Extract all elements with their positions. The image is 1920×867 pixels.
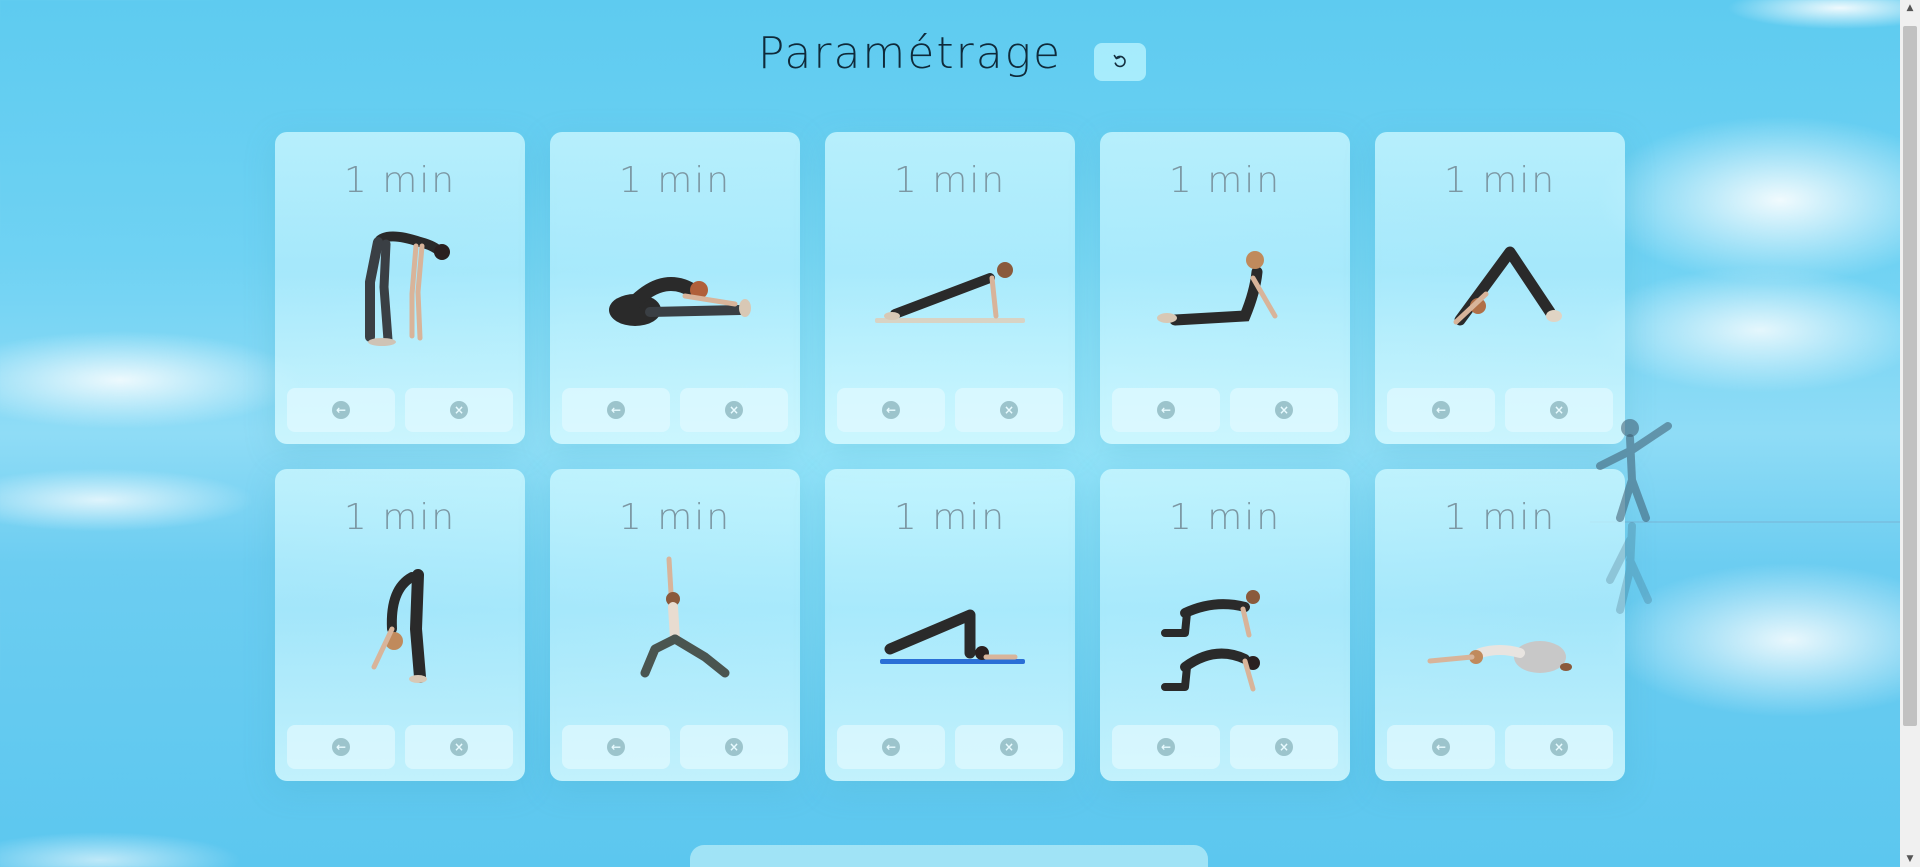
pose-image-plow — [870, 549, 1030, 699]
move-back-button[interactable]: ← — [287, 388, 395, 432]
close-icon: × — [1550, 738, 1568, 756]
card-actions: ← × — [1112, 725, 1338, 769]
card-actions: ← × — [837, 725, 1063, 769]
page-title: Paramétrage — [757, 28, 1063, 79]
remove-button[interactable]: × — [405, 388, 513, 432]
card-actions: ← × — [562, 388, 788, 432]
exercise-card: 1 min ← × — [1375, 132, 1625, 444]
remove-button[interactable]: × — [405, 725, 513, 769]
reset-button[interactable] — [1094, 43, 1146, 81]
pose-image-deep-forward-fold — [320, 549, 480, 699]
remove-button[interactable]: × — [680, 725, 788, 769]
exercise-card: 1 min ← × — [1100, 469, 1350, 781]
card-actions: ← × — [562, 725, 788, 769]
close-icon: × — [1550, 401, 1568, 419]
scrollbar-thumb[interactable] — [1903, 26, 1917, 726]
arrow-left-icon: ← — [1432, 401, 1450, 419]
exercise-card: 1 min ← × — [275, 469, 525, 781]
close-icon: × — [450, 401, 468, 419]
exercise-card: 1 min ← × — [825, 132, 1075, 444]
bottom-panel[interactable] — [690, 845, 1208, 867]
background-figure — [1590, 410, 1680, 640]
exercise-card: 1 min ← × — [1100, 132, 1350, 444]
remove-button[interactable]: × — [955, 388, 1063, 432]
remove-button[interactable]: × — [955, 725, 1063, 769]
scrollbar[interactable]: ▲ ▼ — [1900, 0, 1920, 867]
arrow-left-icon: ← — [1432, 738, 1450, 756]
exercise-duration: 1 min — [1443, 160, 1557, 201]
pose-image-childs-pose — [1420, 549, 1580, 699]
card-actions: ← × — [1112, 388, 1338, 432]
move-back-button[interactable]: ← — [1112, 725, 1220, 769]
close-icon: × — [725, 738, 743, 756]
pose-image-warrior-one — [595, 549, 755, 699]
exercise-card: 1 min ← × — [550, 132, 800, 444]
close-icon: × — [1000, 738, 1018, 756]
arrow-left-icon: ← — [1157, 738, 1175, 756]
exercise-grid: 1 min ← × 1 min ← × 1 min ← × 1 min ← × … — [275, 132, 1625, 781]
remove-button[interactable]: × — [1230, 725, 1338, 769]
exercise-duration: 1 min — [1168, 497, 1282, 538]
arrow-left-icon: ← — [332, 401, 350, 419]
exercise-duration: 1 min — [618, 497, 732, 538]
exercise-card: 1 min ← × — [1375, 469, 1625, 781]
arrow-left-icon: ← — [882, 738, 900, 756]
pose-image-standing-forward-fold — [320, 212, 480, 362]
exercise-duration: 1 min — [343, 497, 457, 538]
exercise-card: 1 min ← × — [275, 132, 525, 444]
move-back-button[interactable]: ← — [1112, 388, 1220, 432]
card-actions: ← × — [837, 388, 1063, 432]
remove-button[interactable]: × — [680, 388, 788, 432]
exercise-duration: 1 min — [893, 497, 1007, 538]
page-header: Paramétrage — [0, 28, 1900, 81]
exercise-duration: 1 min — [893, 160, 1007, 201]
pose-image-plank — [870, 212, 1030, 362]
pose-image-downward-dog — [1420, 212, 1580, 362]
move-back-button[interactable]: ← — [562, 388, 670, 432]
move-back-button[interactable]: ← — [1387, 388, 1495, 432]
move-back-button[interactable]: ← — [562, 725, 670, 769]
move-back-button[interactable]: ← — [1387, 725, 1495, 769]
card-actions: ← × — [1387, 388, 1613, 432]
move-back-button[interactable]: ← — [837, 388, 945, 432]
reset-icon — [1112, 53, 1128, 72]
arrow-left-icon: ← — [332, 738, 350, 756]
remove-button[interactable]: × — [1230, 388, 1338, 432]
arrow-left-icon: ← — [882, 401, 900, 419]
move-back-button[interactable]: ← — [837, 725, 945, 769]
pose-image-cat-cow — [1145, 549, 1305, 699]
arrow-left-icon: ← — [607, 401, 625, 419]
exercise-duration: 1 min — [1443, 497, 1557, 538]
exercise-card: 1 min ← × — [550, 469, 800, 781]
exercise-duration: 1 min — [343, 160, 457, 201]
remove-button[interactable]: × — [1505, 725, 1613, 769]
pose-image-cobra — [1145, 212, 1305, 362]
exercise-card: 1 min ← × — [825, 469, 1075, 781]
close-icon: × — [1000, 401, 1018, 419]
close-icon: × — [1275, 401, 1293, 419]
close-icon: × — [1275, 738, 1293, 756]
pose-image-seated-forward-bend — [595, 212, 755, 362]
close-icon: × — [725, 401, 743, 419]
exercise-duration: 1 min — [1168, 160, 1282, 201]
arrow-left-icon: ← — [1157, 401, 1175, 419]
move-back-button[interactable]: ← — [287, 725, 395, 769]
arrow-left-icon: ← — [607, 738, 625, 756]
card-actions: ← × — [287, 388, 513, 432]
scroll-up-arrow[interactable]: ▲ — [1900, 0, 1920, 16]
scroll-down-arrow[interactable]: ▼ — [1900, 851, 1920, 867]
exercise-duration: 1 min — [618, 160, 732, 201]
close-icon: × — [450, 738, 468, 756]
card-actions: ← × — [287, 725, 513, 769]
card-actions: ← × — [1387, 725, 1613, 769]
